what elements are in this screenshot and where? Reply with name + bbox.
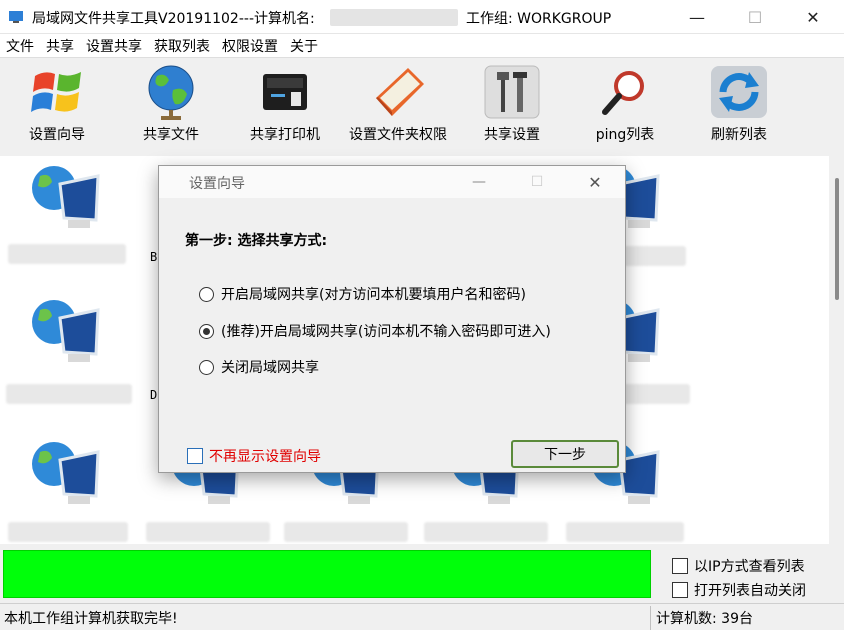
- refresh-list-button[interactable]: 刷新列表: [684, 62, 794, 144]
- view-options: 以IP方式查看列表 打开列表自动关闭: [672, 554, 806, 602]
- view-by-ip-option[interactable]: 以IP方式查看列表: [672, 554, 806, 578]
- vertical-scrollbar[interactable]: [829, 156, 844, 544]
- menu-file[interactable]: 文件: [0, 34, 40, 57]
- computer-name-redacted: [6, 384, 132, 404]
- toolbar-label: 共享文件: [143, 127, 199, 143]
- auto-close-label: 打开列表自动关闭: [694, 583, 806, 599]
- toolbar: 设置向导 共享文件 共享打印机 设置文件夹权限 共享设置 ping列表 刷新列表: [0, 58, 844, 154]
- setup-wizard-dialog: 设置向导 — ☐ ✕ 第一步: 选择共享方式: 开启局域网共享(对方访问本机要填…: [158, 165, 626, 473]
- menu-permissions[interactable]: 权限设置: [216, 34, 284, 57]
- refresh-icon: [707, 62, 771, 122]
- computer-name-redacted: [330, 9, 458, 26]
- computer-name-fragment: B: [150, 250, 158, 264]
- computer-icon[interactable]: [24, 162, 104, 234]
- dialog-maximize-button[interactable]: ☐: [517, 170, 557, 194]
- maximize-button[interactable]: ☐: [726, 0, 784, 34]
- view-by-ip-checkbox[interactable]: [672, 558, 688, 574]
- option-label: (推荐)开启局域网共享(访问本机不输入密码即可进入): [221, 324, 551, 340]
- radio-button[interactable]: [199, 359, 214, 375]
- dialog-title: 设置向导: [189, 176, 245, 192]
- globe-icon: [139, 62, 203, 122]
- computer-count: 计算机数: 39台: [656, 611, 753, 627]
- setup-wizard-button[interactable]: 设置向导: [2, 62, 112, 144]
- next-button[interactable]: 下一步: [511, 440, 619, 468]
- computer-icon[interactable]: [24, 438, 104, 510]
- radio-button[interactable]: [199, 286, 214, 302]
- computer-icon[interactable]: [24, 296, 104, 368]
- close-button[interactable]: ✕: [784, 0, 842, 34]
- auto-close-option[interactable]: 打开列表自动关闭: [672, 578, 806, 602]
- menu-share[interactable]: 共享: [40, 34, 80, 57]
- workgroup-label: 工作组: WORKGROUP: [466, 11, 612, 27]
- dont-show-label: 不再显示设置向导: [209, 449, 321, 465]
- computer-name-redacted: [618, 384, 690, 404]
- computer-name-fragment: D: [150, 388, 158, 402]
- scrollbar-thumb[interactable]: [835, 178, 839, 300]
- computer-name-redacted: [8, 522, 128, 542]
- title-bar: 局域网文件共享工具V20191102---计算机名: 工作组: WORKGROU…: [0, 0, 844, 34]
- radio-button-selected[interactable]: [199, 323, 214, 339]
- progress-bar: [3, 550, 651, 598]
- option-disable-sharing[interactable]: 关闭局域网共享: [199, 357, 319, 377]
- computer-name-redacted: [284, 522, 408, 542]
- status-bar: 本机工作组计算机获取完毕! 计算机数: 39台: [0, 603, 844, 630]
- menu-get-list[interactable]: 获取列表: [148, 34, 216, 57]
- toolbar-label: ping列表: [595, 127, 655, 143]
- status-divider: [650, 606, 651, 630]
- dialog-title-bar: 设置向导 — ☐ ✕: [159, 166, 625, 198]
- view-by-ip-label: 以IP方式查看列表: [694, 559, 805, 575]
- share-printer-button[interactable]: 共享打印机: [230, 62, 340, 144]
- computer-name-redacted: [146, 522, 270, 542]
- app-icon: [9, 11, 23, 23]
- option-label: 关闭局域网共享: [221, 360, 319, 376]
- dont-show-option[interactable]: 不再显示设置向导: [187, 446, 321, 466]
- dialog-close-button[interactable]: ✕: [575, 170, 615, 194]
- computer-name-redacted: [566, 522, 684, 542]
- menu-bar: 文件 共享 设置共享 获取列表 权限设置 关于: [0, 34, 844, 58]
- status-message: 本机工作组计算机获取完毕!: [4, 611, 178, 627]
- share-settings-button[interactable]: 共享设置: [457, 62, 567, 144]
- computer-name-redacted: [424, 522, 548, 542]
- toolbar-label: 共享设置: [484, 127, 540, 143]
- dont-show-checkbox[interactable]: [187, 448, 203, 464]
- option-share-without-password[interactable]: (推荐)开启局域网共享(访问本机不输入密码即可进入): [199, 321, 551, 341]
- window-title: 局域网文件共享工具V20191102---计算机名:: [32, 11, 315, 27]
- menu-about[interactable]: 关于: [284, 34, 324, 57]
- ping-list-button[interactable]: ping列表: [570, 62, 680, 144]
- toolbar-label: 刷新列表: [711, 127, 767, 143]
- toolbar-label: 共享打印机: [250, 127, 320, 143]
- computer-name-redacted: [8, 244, 126, 264]
- printer-icon: [253, 62, 317, 122]
- option-share-with-password[interactable]: 开启局域网共享(对方访问本机要填用户名和密码): [199, 284, 526, 304]
- dialog-minimize-button[interactable]: —: [459, 170, 499, 194]
- magnifier-icon: [593, 62, 657, 122]
- folder-book-icon: [366, 62, 430, 122]
- minimize-button[interactable]: —: [668, 0, 726, 34]
- windows-logo-icon: [25, 62, 89, 122]
- toolbar-label: 设置文件夹权限: [349, 127, 447, 143]
- folder-permissions-button[interactable]: 设置文件夹权限: [343, 62, 453, 144]
- share-files-button[interactable]: 共享文件: [116, 62, 226, 144]
- tools-icon: [480, 62, 544, 122]
- toolbar-label: 设置向导: [29, 127, 85, 143]
- step-heading: 第一步: 选择共享方式:: [185, 233, 328, 249]
- menu-share-settings[interactable]: 设置共享: [80, 34, 148, 57]
- option-label: 开启局域网共享(对方访问本机要填用户名和密码): [221, 287, 526, 303]
- auto-close-checkbox[interactable]: [672, 582, 688, 598]
